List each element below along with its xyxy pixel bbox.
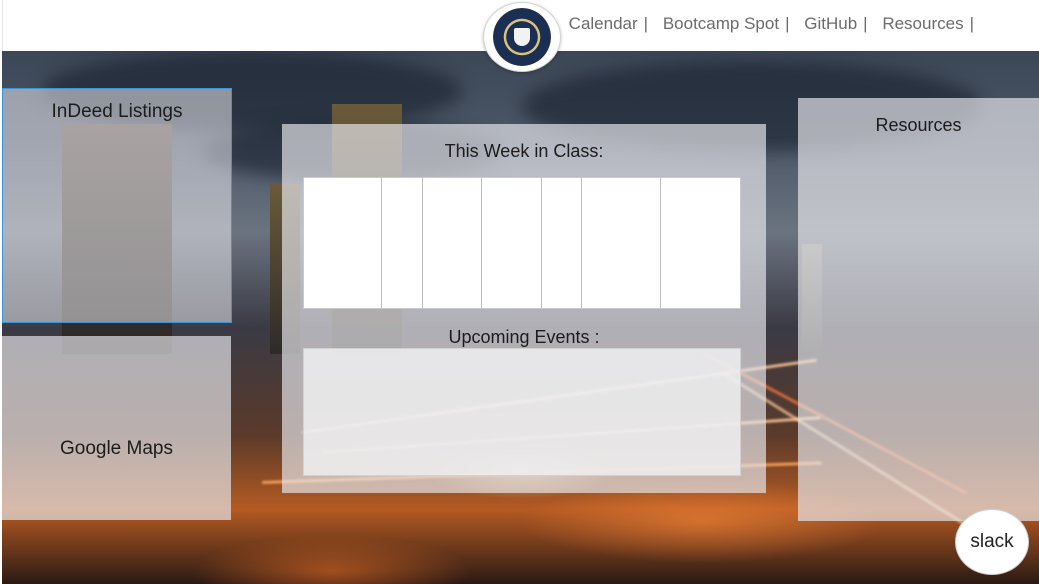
- calendar-day-cell[interactable]: [382, 178, 423, 308]
- week-calendar: [303, 177, 741, 309]
- upcoming-events-box: [303, 348, 741, 476]
- nav-separator: |: [785, 14, 790, 33]
- calendar-day-cell[interactable]: [661, 178, 740, 308]
- google-maps-panel[interactable]: Google Maps: [2, 336, 231, 520]
- class-info-panel: This Week in Class: Upcoming Events :: [282, 124, 766, 493]
- calendar-day-cell[interactable]: [542, 178, 583, 308]
- nav-bootcamp-spot-link[interactable]: Bootcamp Spot: [663, 14, 779, 33]
- page: Calendar | Bootcamp Spot | GitHub | Resourc…: [0, 0, 1039, 584]
- nav-separator: |: [643, 14, 649, 33]
- upcoming-events-title: Upcoming Events :: [448, 327, 600, 347]
- calendar-day-cell[interactable]: [304, 178, 383, 308]
- university-seal-icon[interactable]: [483, 2, 561, 72]
- slack-button[interactable]: slack: [955, 509, 1029, 575]
- indeed-listings-panel[interactable]: InDeed Listings: [2, 88, 232, 323]
- top-nav: Calendar | Bootcamp Spot | GitHub | Resourc…: [569, 14, 984, 34]
- nav-resources-link[interactable]: Resources: [882, 14, 963, 33]
- nav-separator: |: [863, 14, 868, 33]
- resources-title: Resources: [875, 115, 962, 135]
- calendar-day-cell[interactable]: [423, 178, 483, 308]
- indeed-listings-title: InDeed Listings: [51, 101, 183, 122]
- nav-calendar-link[interactable]: Calendar: [569, 14, 638, 33]
- nav-github-link[interactable]: GitHub: [804, 14, 857, 33]
- this-week-title: This Week in Class:: [444, 141, 604, 161]
- calendar-day-cell[interactable]: [482, 178, 542, 308]
- nav-separator: |: [969, 14, 974, 33]
- resources-panel[interactable]: Resources: [798, 98, 1039, 521]
- google-maps-title: Google Maps: [59, 438, 173, 459]
- calendar-day-cell[interactable]: [582, 178, 661, 308]
